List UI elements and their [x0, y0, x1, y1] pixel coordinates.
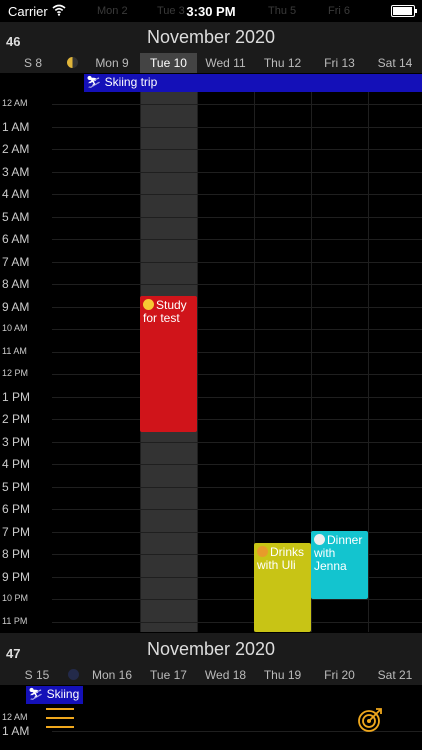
hour-line: [52, 126, 422, 128]
hour-line: [52, 396, 422, 398]
day-header-fri[interactable]: Fri 13: [311, 56, 368, 70]
hour-label: 9 AM: [2, 299, 30, 314]
clock: 3:30 PM: [186, 4, 236, 19]
allday-event-title: Skiing trip: [104, 75, 158, 89]
hour-label: 11 PM: [2, 615, 28, 626]
hour-label: 10 AM: [2, 323, 28, 333]
hour-label: 7 AM: [2, 254, 30, 269]
day-header-wed[interactable]: Wed 11: [197, 56, 254, 70]
hour-label: 4 PM: [2, 457, 31, 471]
hour-line: [52, 284, 422, 285]
hour-label: 9 PM: [2, 569, 31, 584]
hour-line: [52, 509, 422, 510]
event-drinks-with-uli[interactable]: Drinks with Uli: [254, 543, 311, 632]
hour-label: 2 PM: [2, 412, 31, 426]
hour-line: [52, 194, 422, 195]
hour-label: 3 PM: [2, 434, 31, 449]
skier-icon: ⛷: [28, 687, 44, 701]
hour-label: 5 AM: [2, 209, 30, 224]
hour-label: 8 AM: [2, 277, 30, 291]
hour-line: [52, 261, 422, 263]
hour-label: 3 AM: [2, 164, 30, 179]
month-title: November 2020: [146, 27, 276, 47]
hour-line: [52, 329, 422, 330]
hour-label: 5 PM: [2, 479, 31, 494]
hour-label: 8 PM: [2, 547, 31, 561]
event-study-for-test[interactable]: Study for test: [140, 296, 197, 432]
plate-icon: [314, 534, 325, 545]
day-header-mon[interactable]: Mon 9: [86, 56, 138, 70]
hour-label: 4 AM: [2, 187, 30, 201]
day-header-thu[interactable]: Thu 12: [254, 56, 311, 70]
hour-line: [52, 441, 422, 443]
hour-label: 12 AM: [2, 98, 28, 108]
hour-line: [52, 464, 422, 465]
hour-label: 6 AM: [2, 232, 30, 246]
week-grid[interactable]: Study for test Drinks with Uli Dinner wi…: [0, 92, 422, 632]
moon-phase-icon: [67, 57, 78, 68]
hour-line: [52, 216, 422, 218]
hour-label: 2 AM: [2, 142, 30, 156]
moon-phase-icon: [68, 669, 79, 680]
hour-label: 7 PM: [2, 524, 31, 539]
hour-line: [52, 486, 422, 488]
day-header-fri[interactable]: Fri 20: [311, 668, 368, 682]
hour-line: [52, 104, 422, 105]
allday-event-skiing-trip[interactable]: ⛷ Skiing trip: [84, 74, 422, 92]
day-header-tue[interactable]: Tue 17: [140, 668, 197, 682]
hour-label: 1 PM: [2, 389, 31, 404]
hour-label: 11 AM: [2, 345, 27, 356]
beer-icon: [257, 546, 268, 557]
event-dinner-with-jenna[interactable]: Dinner with Jenna: [311, 531, 368, 599]
hour-line: [52, 419, 422, 420]
hour-label: 1 AM: [2, 119, 30, 134]
hour-line: [52, 239, 422, 240]
hour-line: [52, 149, 422, 150]
day-header-tue[interactable]: Tue 10: [140, 56, 197, 70]
day-header-sun[interactable]: S 8: [8, 56, 58, 70]
hour-label: 6 PM: [2, 502, 31, 516]
hour-line: [52, 374, 422, 375]
day-header-sat[interactable]: Sat 21: [368, 668, 422, 682]
column-divider: [368, 92, 369, 632]
target-icon[interactable]: [357, 707, 383, 733]
hamburger-menu-icon[interactable]: [46, 708, 74, 730]
day-header-sun[interactable]: S 15: [12, 668, 62, 682]
nerd-face-icon: [143, 299, 154, 310]
allday-event-title: Skiing: [46, 687, 80, 701]
day-header-mon[interactable]: Mon 16: [86, 668, 138, 682]
battery-icon: [391, 5, 417, 17]
day-header-thu[interactable]: Thu 19: [254, 668, 311, 682]
month-title: November 2020: [146, 639, 276, 659]
skier-icon: ⛷: [86, 75, 102, 89]
hour-line: [52, 599, 422, 600]
hour-line: [52, 621, 422, 623]
hour-line: [52, 306, 422, 308]
day-header-wed[interactable]: Wed 18: [197, 668, 254, 682]
hour-label: 10 PM: [2, 593, 29, 603]
status-bar: Mon 2 Tue 3 Thu 5 Fri 6 Carrier 3:30 PM: [0, 0, 422, 22]
column-divider: [197, 92, 198, 632]
hour-line: [52, 171, 422, 173]
hour-label: 12 PM: [2, 368, 29, 378]
allday-event-skiing[interactable]: ⛷ Skiing: [26, 686, 83, 704]
hour-line: [52, 351, 422, 353]
day-header-sat[interactable]: Sat 14: [368, 56, 422, 70]
